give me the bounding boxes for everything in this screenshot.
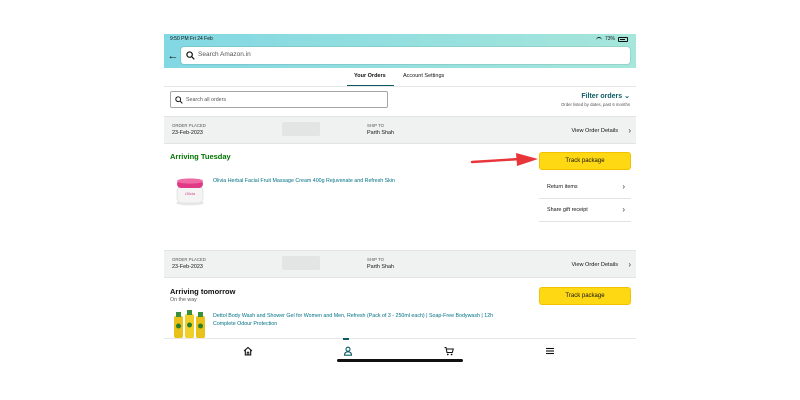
product-title-link[interactable]: Dettol Body Wash and Shower Gel for Wome… xyxy=(213,312,573,328)
order-placed-date: 23-Feb-2023 xyxy=(172,264,203,270)
return-items-button[interactable]: Return items › xyxy=(539,177,631,199)
status-bar: 9:50 PM Fri 24 Feb 73% xyxy=(164,34,636,44)
search-icon xyxy=(186,51,195,60)
view-order-details-link[interactable]: View Order Details xyxy=(571,128,618,134)
orders-tabs: Your Orders Account Settings xyxy=(164,70,636,87)
account-icon[interactable] xyxy=(343,346,353,356)
chevron-right-icon: › xyxy=(622,182,625,191)
order-placed-date: 23-Feb-2023 xyxy=(172,130,203,136)
track-package-button[interactable]: Track package xyxy=(539,152,631,170)
return-items-label: Return items xyxy=(547,184,578,190)
filter-orders-label: Filter orders xyxy=(581,93,623,100)
arrival-status: Arriving tomorrow xyxy=(170,287,236,296)
ship-to-label: SHIP TO xyxy=(367,257,384,262)
amazon-search-input[interactable]: Search Amazon.in xyxy=(181,47,630,64)
chevron-right-icon: › xyxy=(628,260,631,269)
arrival-substatus: On the way xyxy=(170,297,197,303)
order-header: ORDER PLACED 23-Feb-2023 SHIP TO Parth S… xyxy=(164,116,636,144)
amazon-app-screen: 9:50 PM Fri 24 Feb 73% ← Search Amazon.i… xyxy=(164,34,636,362)
divider xyxy=(164,86,636,87)
active-nav-indicator xyxy=(343,338,349,340)
search-orders-input[interactable]: Search all orders xyxy=(170,91,388,108)
top-bar: 9:50 PM Fri 24 Feb 73% ← Search Amazon.i… xyxy=(164,34,636,68)
order-header: ORDER PLACED 23-Feb-2023 SHIP TO Parth S… xyxy=(164,250,636,278)
share-gift-receipt-button[interactable]: Share gift receipt › xyxy=(539,200,631,222)
order-placed-label: ORDER PLACED xyxy=(172,257,206,262)
battery-icon xyxy=(618,36,628,42)
ship-to-label: SHIP TO xyxy=(367,123,384,128)
search-orders-placeholder: Search all orders xyxy=(186,96,227,103)
search-placeholder: Search Amazon.in xyxy=(198,51,251,58)
status-right: 73% xyxy=(595,36,628,42)
share-gift-receipt-label: Share gift receipt xyxy=(547,207,588,213)
home-icon[interactable] xyxy=(243,346,253,356)
order-placed-label: ORDER PLACED xyxy=(172,123,206,128)
menu-icon[interactable] xyxy=(545,346,555,356)
filter-orders-sublabel: Order listed by dates, past 6 months xyxy=(560,102,630,107)
annotation-arrow-icon xyxy=(470,153,538,166)
chevron-down-icon: ⌄ xyxy=(624,93,630,100)
chevron-right-icon: › xyxy=(628,126,631,135)
product-title-link[interactable]: Olivia Herbal Facial Fruit Massage Cream… xyxy=(213,177,513,185)
ship-to-name[interactable]: Parth Shah xyxy=(367,264,394,270)
ship-to-name[interactable]: Parth Shah xyxy=(367,130,394,136)
product-image-cream-jar[interactable]: Olivia xyxy=(174,176,206,206)
filter-orders[interactable]: Filter orders ⌄ Order listed by dates, p… xyxy=(561,92,630,107)
blurred-total xyxy=(282,122,320,136)
cart-icon[interactable] xyxy=(444,346,454,356)
svg-text:Olivia: Olivia xyxy=(185,191,196,196)
product-image-bodywash-bottles[interactable] xyxy=(172,310,208,338)
arrival-status: Arriving Tuesday xyxy=(170,152,231,161)
blurred-total xyxy=(282,256,320,270)
wifi-icon xyxy=(595,37,602,41)
tab-your-orders[interactable]: Your Orders xyxy=(354,73,386,79)
view-order-details-link[interactable]: View Order Details xyxy=(571,262,618,268)
battery-percent: 73% xyxy=(604,36,615,42)
back-arrow-icon[interactable]: ← xyxy=(167,50,179,62)
home-indicator-bar xyxy=(337,359,463,362)
chevron-right-icon: › xyxy=(622,205,625,214)
status-time: 9:50 PM Fri 24 Feb xyxy=(170,36,213,42)
track-package-button[interactable]: Track package xyxy=(539,287,631,305)
search-icon xyxy=(175,96,183,104)
tab-account-settings[interactable]: Account Settings xyxy=(403,73,444,79)
